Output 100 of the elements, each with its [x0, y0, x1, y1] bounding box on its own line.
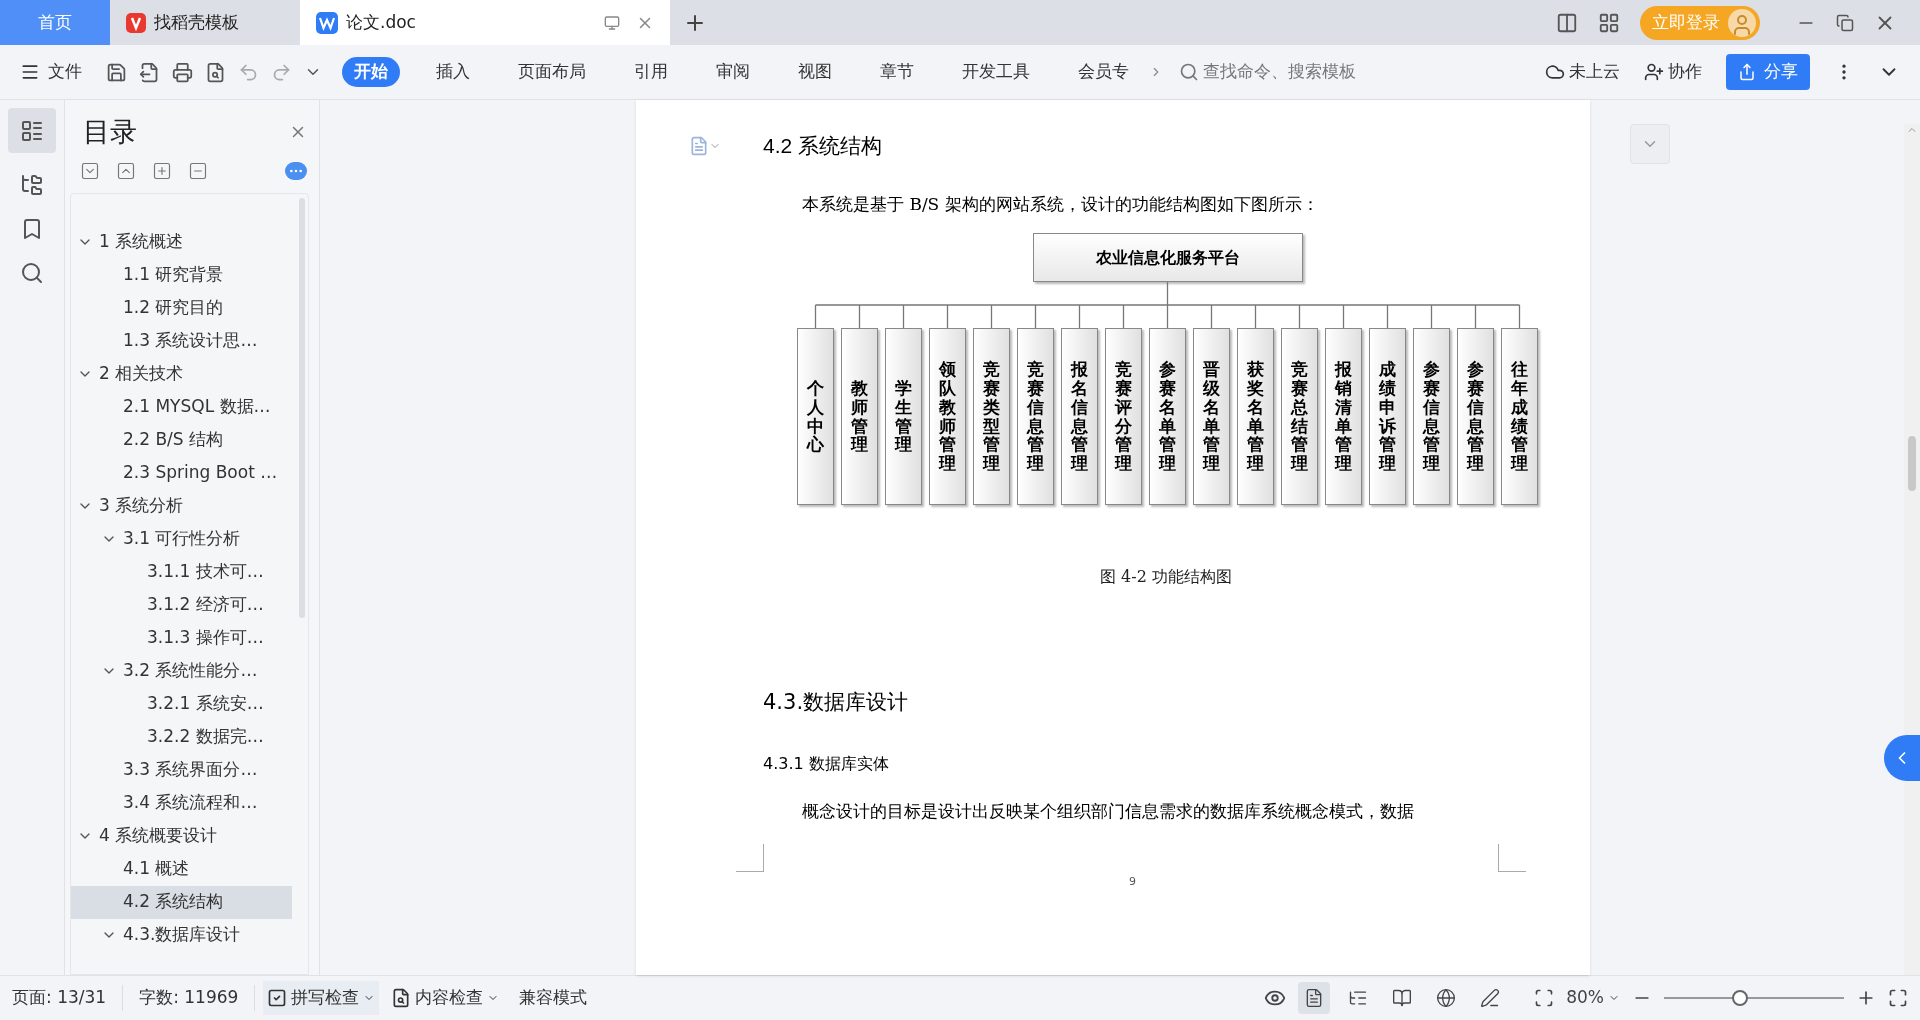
document-tab[interactable]: 论文.doc	[300, 0, 670, 45]
zoom-dropdown[interactable]: 80%	[1566, 985, 1620, 1011]
toc-view-icon[interactable]	[8, 108, 56, 153]
toc-item[interactable]: 1.2 研究目的	[71, 291, 292, 325]
toc-item[interactable]: 3.1.1 技术可…	[71, 555, 292, 589]
toc-item[interactable]: 1.3 系统设计思…	[71, 324, 292, 358]
child-node: 学生管理	[885, 328, 922, 505]
share-icon	[1738, 63, 1756, 81]
collaborate-button[interactable]: 协作	[1644, 59, 1702, 85]
ribbon-tab[interactable]: 视图	[786, 57, 844, 87]
share-button[interactable]: 分享	[1726, 54, 1810, 90]
child-node: 晋级名单管理	[1193, 328, 1230, 505]
child-node: 参赛名单管理	[1149, 328, 1186, 505]
ribbon-tab[interactable]: 审阅	[704, 57, 762, 87]
toc-item[interactable]: 3.1.3 操作可…	[71, 621, 292, 655]
child-node: 报销清单管理	[1325, 328, 1362, 505]
side-expand-button[interactable]	[1884, 735, 1920, 781]
spell-check-button[interactable]: 拼写检查	[263, 981, 380, 1015]
view-mode-button[interactable]	[1298, 982, 1331, 1014]
scrollbar-thumb[interactable]	[1908, 436, 1916, 491]
expand-icon[interactable]	[116, 160, 136, 181]
ribbon-tab[interactable]: 引用	[622, 57, 680, 87]
grid-icon[interactable]	[1598, 11, 1620, 34]
fullscreen-icon[interactable]	[1888, 988, 1908, 1008]
toc-item[interactable]: 3.4 系统流程和…	[71, 786, 292, 820]
toc-item[interactable]: 4 系统概要设计	[71, 819, 292, 853]
child-node: 参赛信息管理	[1413, 328, 1450, 505]
child-node: 竞赛评分管理	[1105, 328, 1142, 505]
page-count: 页面: 13/31	[12, 985, 124, 1011]
toc-item[interactable]: 3.3 系统界面分…	[71, 753, 292, 787]
toc-item[interactable]: 4.2 系统结构	[71, 885, 292, 919]
word-count: 字数: 11969	[123, 985, 256, 1011]
web-view-icon	[1436, 988, 1457, 1008]
toc-item[interactable]: 2.2 B/S 结构	[71, 423, 292, 457]
child-node: 成绩申诉管理	[1369, 328, 1406, 505]
avatar-icon	[1728, 8, 1756, 37]
body-paragraph: 概念设计的目标是设计出反映某个组织部门信息需求的数据库系统概念模式，数据	[802, 799, 1415, 823]
toc-item[interactable]: 3.1.2 经济可…	[71, 588, 292, 622]
panel-title: 目录	[83, 115, 137, 149]
remove-icon[interactable]	[188, 160, 208, 181]
ribbon-tab[interactable]: 开发工具	[950, 57, 1042, 87]
content-check-button[interactable]: 内容检查	[391, 985, 500, 1011]
slider-thumb[interactable]	[1731, 990, 1748, 1006]
toc-item[interactable]: 4.1 概述	[71, 852, 292, 886]
layout-icon[interactable]	[1556, 11, 1578, 34]
root-node: 农业信息化服务平台	[1032, 233, 1303, 282]
print-icon[interactable]	[172, 61, 193, 83]
toc-item[interactable]: 3.2.1 系统安…	[71, 687, 292, 721]
child-node: 获奖名单管理	[1237, 328, 1274, 505]
compatibility-mode: 兼容模式	[519, 986, 588, 1010]
toc-item[interactable]: 1 系统概述	[71, 225, 292, 259]
toc-item[interactable]: 1.1 研究背景	[71, 258, 292, 292]
collapse-icon[interactable]	[80, 160, 100, 181]
section-heading: 4.2 系统结构	[763, 133, 883, 159]
toc-item[interactable]: 3.2 系统性能分…	[71, 654, 292, 688]
document-logo-icon	[316, 11, 338, 34]
child-node: 竞赛类型管理	[973, 328, 1010, 505]
zoom-slider[interactable]	[1664, 990, 1844, 1006]
toc-item[interactable]: 2.3 Spring Boot …	[71, 456, 292, 490]
monitor-icon[interactable]	[604, 14, 620, 31]
toc-item[interactable]: 3.1 可行性分析	[71, 522, 292, 556]
ribbon-tab[interactable]: 会员专	[1066, 57, 1141, 87]
add-user-icon	[1644, 62, 1664, 82]
toc-item[interactable]: 3 系统分析	[71, 489, 292, 523]
ribbon-tab[interactable]: 章节	[868, 57, 926, 87]
toc-item[interactable]: 2.1 MYSQL 数据…	[71, 390, 292, 424]
print-preview-icon[interactable]	[205, 61, 226, 83]
add-icon[interactable]	[152, 160, 172, 181]
child-node: 往年成绩管理	[1501, 328, 1538, 505]
ribbon-tab[interactable]: 开始	[342, 57, 400, 87]
search-icon	[1179, 62, 1199, 82]
search-icon[interactable]	[20, 261, 44, 285]
restore-icon[interactable]	[1836, 13, 1854, 32]
child-node: 参赛信息管理	[1457, 328, 1494, 505]
cloud-button[interactable]: 未上云	[1545, 59, 1620, 85]
child-node: 竞赛总结管理	[1281, 328, 1318, 505]
child-node: 竞赛信息管理	[1017, 328, 1054, 505]
navigation-icon[interactable]	[20, 173, 44, 197]
export-icon[interactable]	[139, 61, 160, 83]
subsection-heading: 4.3.1 数据库实体	[763, 752, 890, 775]
toc-item[interactable]: 4.3.数据库设计	[71, 918, 292, 952]
child-node: 个人中心	[797, 328, 834, 505]
fit-page-icon[interactable]	[1534, 988, 1555, 1008]
page-number: 9	[1129, 874, 1137, 890]
ribbon-tab[interactable]: 插入	[424, 57, 482, 87]
margin-corner-mark	[736, 844, 764, 872]
file-menu[interactable]: 文件	[20, 59, 82, 85]
child-node: 报名信息管理	[1061, 328, 1098, 505]
section-heading: 4.3.数据库设计	[763, 689, 910, 716]
ribbon-tab[interactable]: 页面布局	[506, 57, 598, 87]
search-field[interactable]: 查找命令、搜索模板	[1179, 59, 1403, 85]
toc-item[interactable]: 3.2.2 数据完…	[71, 720, 292, 754]
child-node: 领队教师管理	[929, 328, 966, 505]
child-node: 教师管理	[841, 328, 878, 505]
save-icon[interactable]	[106, 61, 127, 83]
toc-item[interactable]: 2 相关技术	[71, 357, 292, 391]
margin-corner-mark	[1498, 844, 1526, 872]
body-paragraph: 本系统是基于 B/S 架构的网站系统，设计的功能结构图如下图所示：	[802, 192, 1320, 216]
cloud-icon	[1545, 62, 1565, 82]
scrollbar-thumb[interactable]	[299, 197, 305, 618]
